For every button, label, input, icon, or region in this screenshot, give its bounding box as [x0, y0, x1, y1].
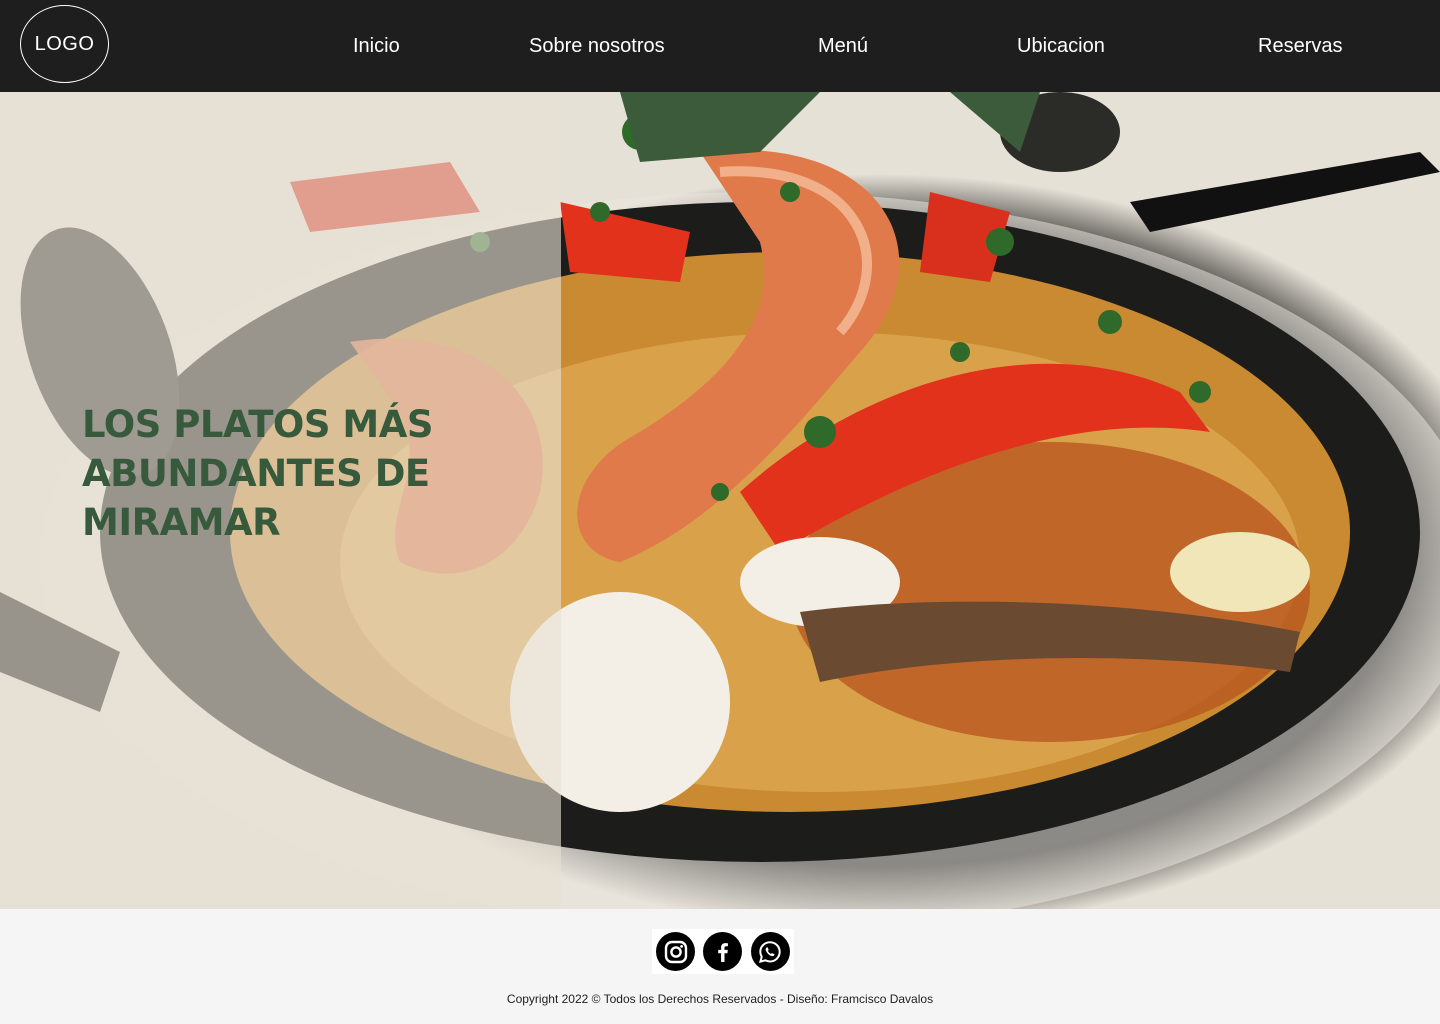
- footer: Copyright 2022 © Todos los Derechos Rese…: [0, 909, 1440, 1024]
- logo[interactable]: LOGO: [20, 5, 109, 83]
- nav-link-ubicacion[interactable]: Ubicacion: [1017, 32, 1105, 60]
- nav-link-reservas[interactable]: Reservas: [1258, 32, 1342, 60]
- top-navbar: LOGO Inicio Sobre nosotros Menú Ubicacio…: [0, 0, 1440, 92]
- hero-headline: LOS PLATOS MÁS ABUNDANTES DE MIRAMAR: [82, 403, 434, 544]
- nav-link-inicio[interactable]: Inicio: [353, 32, 400, 60]
- instagram-icon[interactable]: [656, 932, 696, 971]
- nav-link-menu[interactable]: Menú: [818, 32, 868, 60]
- whatsapp-icon[interactable]: [750, 932, 790, 971]
- hero-section: LOS PLATOS MÁS ABUNDANTES DE MIRAMAR: [0, 92, 1440, 909]
- social-links: [652, 929, 794, 974]
- copyright-text: Copyright 2022 © Todos los Derechos Rese…: [506, 992, 934, 1006]
- nav-link-sobre-nosotros[interactable]: Sobre nosotros: [529, 32, 665, 60]
- facebook-icon[interactable]: [703, 932, 743, 971]
